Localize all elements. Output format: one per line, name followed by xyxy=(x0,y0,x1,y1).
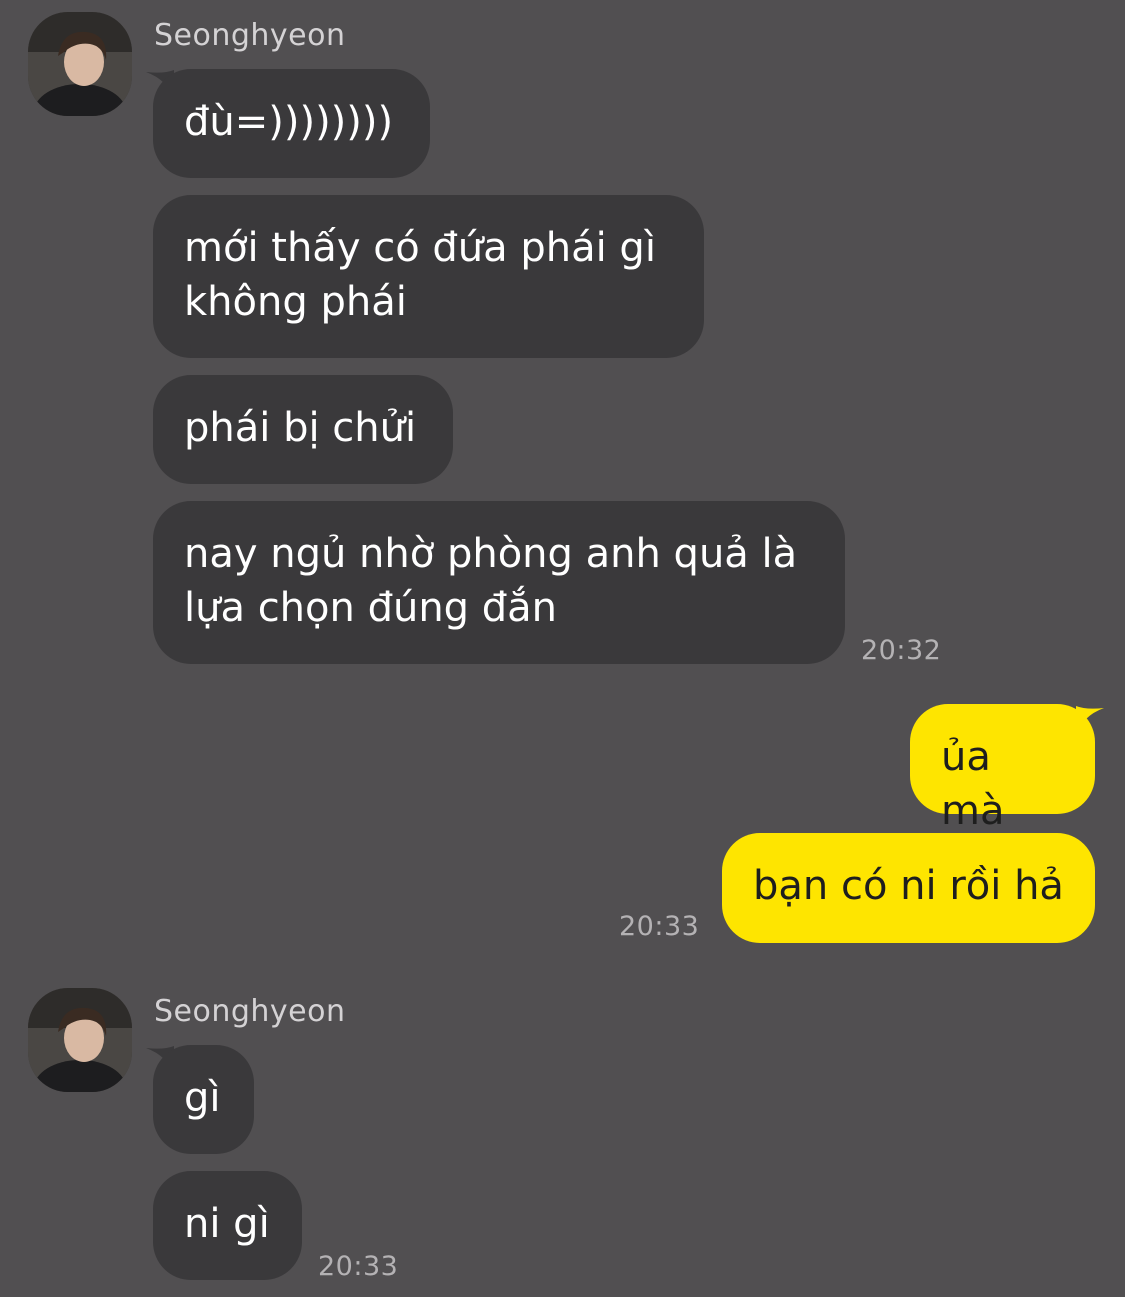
message-time: 20:33 xyxy=(619,911,700,942)
my-message-bubble[interactable]: bạn có ni rồi hả xyxy=(722,833,1095,943)
message-bubble[interactable]: đù=)))))))) xyxy=(153,69,430,178)
message-time: 20:33 xyxy=(318,1251,399,1282)
sender-name: Seonghyeon xyxy=(154,994,346,1029)
sender-avatar[interactable] xyxy=(28,988,132,1092)
message-time: 20:32 xyxy=(861,635,942,666)
sender-avatar[interactable] xyxy=(28,12,132,116)
message-bubble[interactable]: gì xyxy=(153,1045,254,1154)
profile-photo-icon xyxy=(28,12,132,116)
sender-name: Seonghyeon xyxy=(154,18,346,53)
message-bubble[interactable]: phái bị chửi xyxy=(153,375,453,484)
profile-photo-icon xyxy=(28,988,132,1092)
message-bubble[interactable]: nay ngủ nhờ phòng anh quả là lựa chọn đú… xyxy=(153,501,845,664)
message-bubble[interactable]: ni gì xyxy=(153,1171,302,1280)
my-message-bubble[interactable]: ủa mà xyxy=(910,704,1095,834)
message-bubble[interactable]: mới thấy có đứa phái gì không phái xyxy=(153,195,704,358)
